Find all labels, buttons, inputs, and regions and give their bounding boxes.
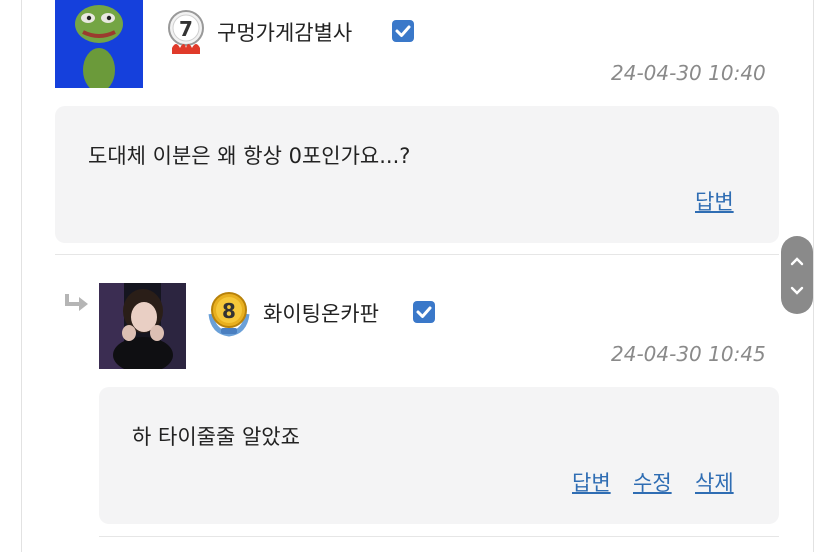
left-border (21, 0, 22, 552)
edit-button[interactable]: 수정 (633, 467, 672, 497)
level-number: 8 (222, 299, 236, 323)
comment-bubble: 하 타이줄줄 알았죠 답변 수정 삭제 (99, 387, 779, 524)
reply-arrow-icon (63, 292, 91, 318)
divider (55, 254, 779, 255)
comment-text: 도대체 이분은 왜 항상 0포인가요...? (88, 144, 411, 168)
comment-date: 24-04-30 10:40 (611, 61, 766, 85)
right-border (813, 0, 814, 552)
comment-date: 24-04-30 10:45 (611, 342, 766, 366)
verified-badge (392, 20, 414, 42)
nickname[interactable]: 화이팅온카판 (263, 298, 379, 328)
level-number: 7 (179, 17, 193, 41)
pepe-frog-avatar (55, 0, 143, 88)
level-badge: 7 (166, 8, 206, 54)
chevron-down-icon[interactable] (789, 282, 805, 301)
divider (99, 536, 779, 537)
reply-button[interactable]: 답변 (572, 467, 611, 497)
checkmark-icon (395, 25, 411, 37)
verified-badge (413, 301, 435, 323)
avatar[interactable] (55, 0, 143, 88)
checkmark-icon (416, 306, 432, 318)
avatar[interactable] (99, 283, 186, 369)
level-badge: 8 (207, 290, 250, 337)
reply-button[interactable]: 답변 (695, 186, 734, 216)
comment-text: 하 타이줄줄 알았죠 (132, 425, 300, 449)
nickname[interactable]: 구멍가게감별사 (217, 17, 352, 47)
comment-bubble: 도대체 이분은 왜 항상 0포인가요...? 답변 (55, 106, 779, 243)
scroll-control (781, 236, 813, 314)
profile-photo-avatar (99, 283, 186, 369)
chevron-up-icon[interactable] (789, 252, 805, 271)
delete-button[interactable]: 삭제 (695, 467, 734, 497)
